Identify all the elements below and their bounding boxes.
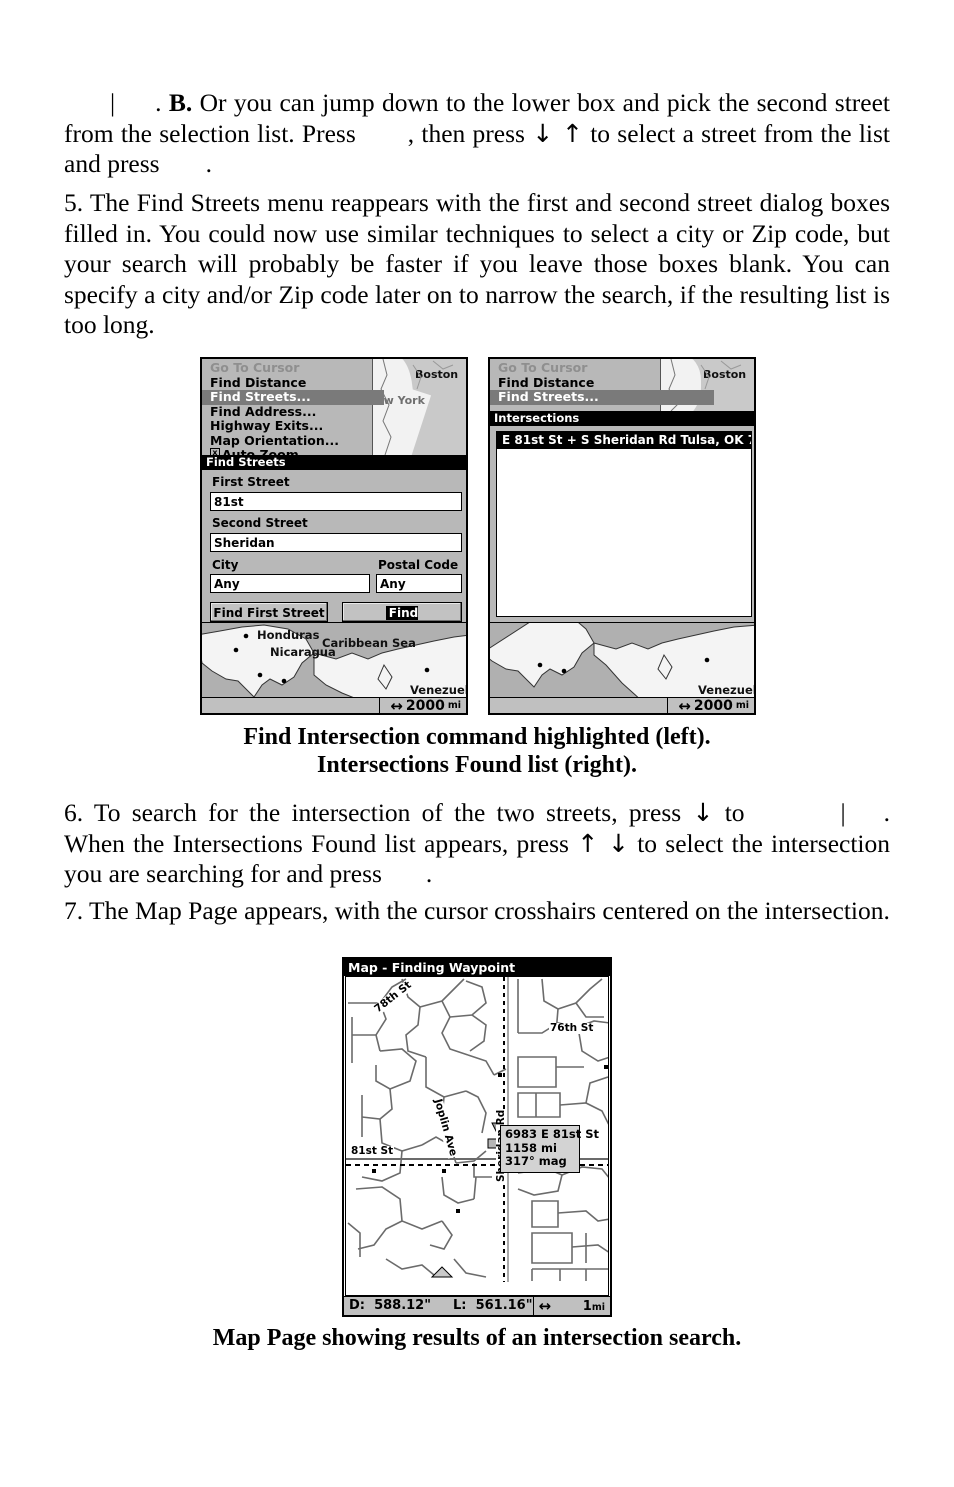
p6-up-down-arrows: ↑ ↓: [577, 828, 629, 858]
p4b-end: .: [205, 149, 212, 178]
menu-item-map-orientation[interactable]: Map Orientation...: [202, 433, 372, 449]
double-arrow-icon-right: ↔: [678, 696, 691, 715]
figure-1-caption-line-2: Intersections Found list (right).: [317, 752, 637, 778]
menu-item-go-to-cursor-right[interactable]: Go To Cursor: [490, 360, 660, 376]
paragraph-6: 6. To search for the intersection of the…: [64, 798, 891, 888]
device-screenshot-find-streets: Boston New York Go To Cursor Find Distan…: [200, 357, 468, 715]
mini-map-coastline: [380, 359, 454, 455]
menu-item-highway-exits[interactable]: Highway Exits...: [202, 418, 372, 434]
device-screenshot-map-page: Map - Finding Waypoint 78th St 76th St 8…: [342, 957, 612, 1317]
menu-panel-right: Boston New York Go To Cursor Find Distan…: [490, 359, 754, 411]
map-scale-indicator-right: ↔ 2000 mi: [668, 696, 754, 715]
map-status-coordinates: D: 588.12" L: 561.16": [344, 1297, 534, 1315]
world-label-venezuela: Venezuela: [410, 683, 466, 697]
input-city[interactable]: Any: [210, 574, 370, 593]
find-first-street-button[interactable]: Find First Street: [210, 602, 328, 622]
world-map-strip-right: Venezuela: [490, 622, 754, 697]
status-bar: ↔ 2000 mi: [202, 697, 466, 713]
intersections-listbox[interactable]: E 81st St + S Sheridan Rd Tulsa, OK 7413…: [496, 431, 752, 617]
map-scale-unit-right: mi: [735, 700, 749, 711]
map-page-status-bar: D: 588.12" L: 561.16" ↔ 1mi: [344, 1296, 610, 1315]
device-screenshot-intersections-found: Boston New York Go To Cursor Find Distan…: [488, 357, 756, 715]
menu-item-find-address[interactable]: Find Address...: [202, 404, 372, 420]
input-second-street[interactable]: Sheridan: [210, 533, 462, 552]
menu-item-find-distance[interactable]: Find Distance: [202, 375, 372, 391]
dialog-titlebar-find-streets: Find Streets: [202, 455, 466, 470]
menu-item-go-to-cursor[interactable]: Go To Cursor: [202, 360, 372, 376]
status-bar-left-segment-right: [490, 698, 668, 713]
input-postal-code[interactable]: Any: [376, 574, 462, 593]
mini-map-thumbnail: Boston New York: [372, 359, 466, 455]
map-status-d: D: 588.12": [349, 1297, 431, 1315]
dialog-titlebar-intersections: Intersections: [490, 411, 754, 426]
map-page-scale-value: 1: [582, 1298, 592, 1314]
status-bar-right: ↔ 2000 mi: [490, 697, 754, 713]
figure-1-caption-line-1: Find Intersection command highlighted (l…: [243, 724, 711, 750]
map-status-l-value: 561.16": [475, 1298, 533, 1313]
waypoint-info-box: 6983 E 81st St 1158 mi 317° mag: [500, 1125, 599, 1173]
status-bar-left-segment: [202, 698, 380, 713]
map-page-scale: 1mi: [583, 1299, 605, 1314]
paragraph-4b: |. B. Or you can jump down to the lower …: [64, 88, 891, 178]
map-scale-value-right: 2000: [693, 697, 733, 714]
map-page-scale-indicator: ↔ 1mi: [534, 1297, 610, 1315]
map-status-d-value: 588.12": [374, 1298, 432, 1313]
info-line-address: 6983 E 81st St: [505, 1127, 599, 1141]
paragraph-5: 5. The Find Streets menu reappears with …: [64, 188, 890, 339]
double-arrow-icon: ↔: [390, 696, 403, 715]
label-second-street: Second Street: [212, 516, 308, 530]
input-first-street[interactable]: 81st: [210, 492, 462, 511]
label-city: City: [212, 558, 239, 572]
map-status-l: L: 561.16": [453, 1297, 533, 1315]
info-line-bearing: 317° mag: [505, 1154, 567, 1168]
p4b-arrows: ↓ ↑: [532, 118, 583, 148]
find-streets-dialog: First Street 81st Second Street Sheridan…: [202, 470, 466, 640]
map-status-d-label: D:: [349, 1298, 365, 1313]
map-scale-value: 2000: [405, 697, 445, 714]
figure-1-caption: Find Intersection command highlighted (l…: [0, 723, 954, 779]
menu-item-find-streets-right[interactable]: Find Streets...: [490, 389, 714, 405]
map-page-titlebar: Map - Finding Waypoint: [344, 959, 610, 976]
info-line-distance: 1158 mi: [505, 1140, 557, 1155]
p4b-pre: .: [155, 88, 169, 117]
p6-down-arrow: ↓: [692, 798, 714, 827]
label-postal-code: Postal Code: [378, 558, 459, 572]
menu-list: Go To Cursor Find Distance Find Streets.…: [202, 360, 384, 457]
street-label-81st-st: 81st St: [350, 1145, 395, 1157]
menu-panel: Boston New York Go To Cursor Find Distan…: [202, 359, 466, 457]
p4b-bold: B.: [168, 88, 193, 117]
paragraph-7: 7. The Map Page appears, with the cursor…: [64, 896, 890, 925]
map-canvas[interactable]: 78th St 76th St 81st St Joplin Ave Sheri…: [345, 976, 609, 1296]
world-label-honduras: Honduras: [257, 628, 320, 642]
p6-b: to: [724, 798, 745, 827]
menu-list-right: Go To Cursor Find Distance Find Streets.…: [490, 360, 714, 405]
p6-a: 6. To search for the intersection of the…: [64, 798, 682, 827]
map-page-scale-unit: mi: [591, 1301, 605, 1313]
list-item-intersection[interactable]: E 81st St + S Sheridan Rd Tulsa, OK 7413…: [497, 432, 751, 449]
map-status-l-label: L:: [453, 1298, 467, 1313]
p4b-rest2: , then press: [407, 118, 525, 148]
menu-item-find-distance-right[interactable]: Find Distance: [490, 375, 660, 391]
intersections-dialog: E 81st St + S Sheridan Rd Tulsa, OK 7413…: [490, 426, 754, 622]
find-intersection-button[interactable]: Find Intersection: [342, 602, 462, 640]
label-first-street: First Street: [212, 475, 290, 489]
figure-2-caption: Map Page showing results of an intersect…: [212, 1325, 742, 1351]
world-label-venezuela-right: Venezuela: [698, 683, 754, 697]
find-first-street-label: Find First Street: [213, 606, 325, 620]
map-scale-unit: mi: [447, 700, 461, 711]
world-label-caribbean-sea: Caribbean Sea: [322, 636, 416, 650]
document-page: |. B. Or you can jump down to the lower …: [0, 0, 954, 1487]
street-label-76th-st: 76th St: [549, 1022, 595, 1034]
menu-item-find-streets[interactable]: Find Streets...: [202, 389, 384, 405]
map-scale-indicator: ↔ 2000 mi: [380, 696, 466, 715]
double-arrow-icon-map: ↔: [538, 1297, 552, 1315]
world-map-strip: Honduras Nicaragua Caribbean Sea Venezue…: [202, 622, 466, 697]
p6-end: .: [425, 859, 433, 888]
